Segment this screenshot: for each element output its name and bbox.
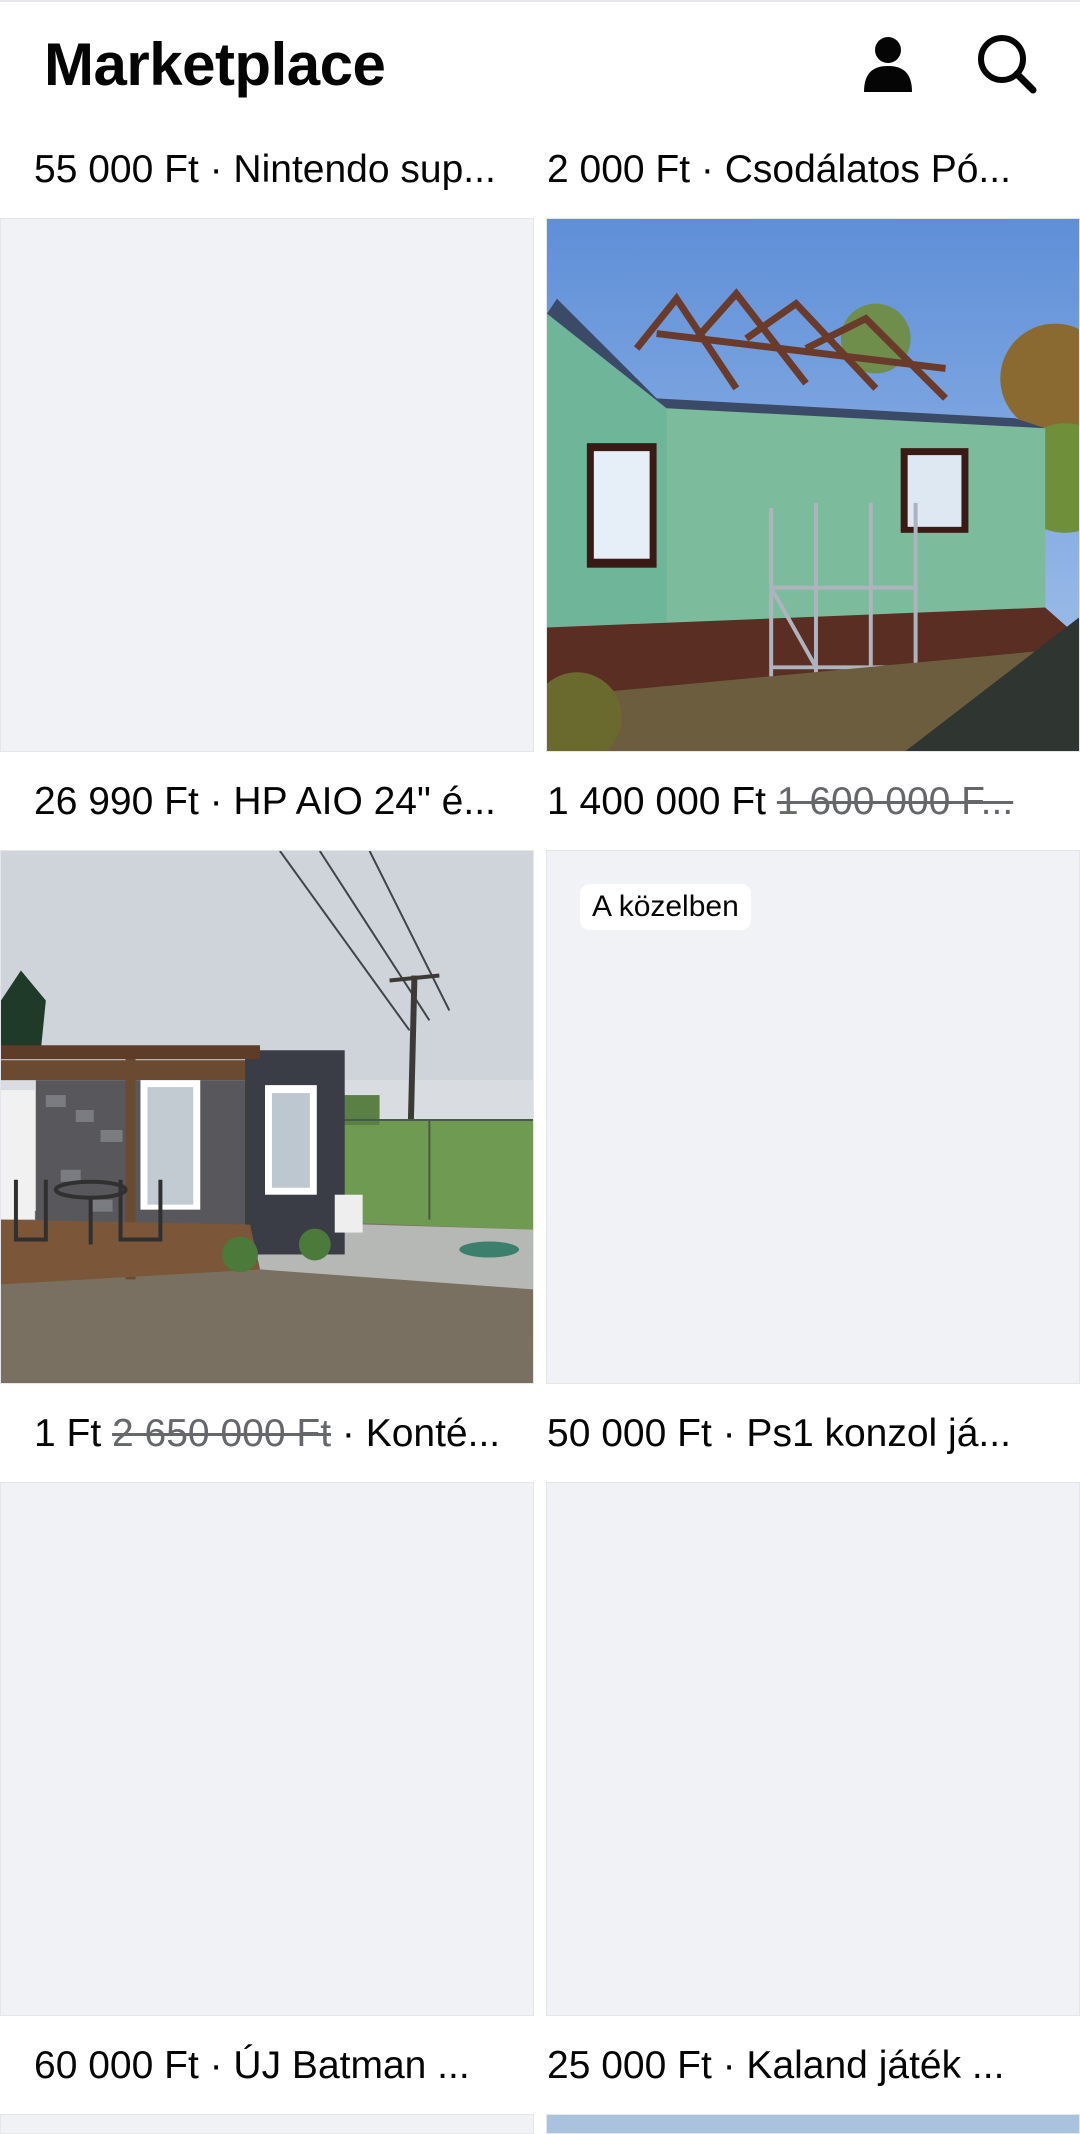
- listing-label[interactable]: 25 000 Ft · Kaland játék ...: [547, 2019, 1037, 2113]
- search-icon[interactable]: [970, 28, 1042, 100]
- listing-old-price: 1 600 000 F...: [776, 780, 1014, 823]
- person-icon[interactable]: [852, 28, 924, 100]
- app-header: Marketplace: [0, 2, 1080, 126]
- listing-image-container-house[interactable]: [0, 850, 534, 1384]
- listing-label[interactable]: 1 400 000 Ft 1 600 000 F...: [547, 755, 1037, 849]
- listing-price: 1 400 000 Ft: [547, 780, 766, 823]
- listing-image-house[interactable]: [546, 218, 1080, 752]
- listing-label-row: 55 000 Ft · Nintendo sup... 2 000 Ft · C…: [0, 123, 1080, 217]
- listing-image-partial[interactable]: [546, 2114, 1080, 2134]
- listing-label[interactable]: 55 000 Ft · Nintendo sup...: [34, 123, 516, 217]
- listing-image-placeholder[interactable]: [0, 218, 534, 752]
- listing-title: · Konté...: [331, 1412, 501, 1455]
- listing-label-row: 1 Ft 2 650 000 Ft · Konté... 50 000 Ft ·…: [0, 1387, 1080, 1481]
- listing-label[interactable]: 50 000 Ft · Ps1 konzol já...: [547, 1387, 1037, 1481]
- listing-image-placeholder[interactable]: A közelben: [546, 850, 1080, 1384]
- listing-image-placeholder[interactable]: [0, 1482, 534, 2016]
- listing-label[interactable]: 1 Ft 2 650 000 Ft · Konté...: [34, 1387, 516, 1481]
- listing-image-placeholder[interactable]: [546, 1482, 1080, 2016]
- nearby-badge: A közelben: [580, 884, 751, 930]
- listing-label[interactable]: 2 000 Ft · Csodálatos Pó...: [547, 123, 1037, 217]
- listing-label[interactable]: 60 000 Ft · ÚJ Batman ...: [34, 2019, 516, 2113]
- listing-old-price: 2 650 000 Ft: [112, 1412, 332, 1455]
- listing-image-placeholder[interactable]: [0, 2114, 534, 2134]
- listing-label-row: 26 990 Ft · HP AIO 24" é... 1 400 000 Ft…: [0, 755, 1080, 849]
- listing-label-row: 60 000 Ft · ÚJ Batman ... 25 000 Ft · Ka…: [0, 2019, 1080, 2113]
- listing-price: 1 Ft: [34, 1412, 102, 1455]
- page-title: Marketplace: [44, 31, 386, 98]
- listing-label[interactable]: 26 990 Ft · HP AIO 24" é...: [34, 755, 516, 849]
